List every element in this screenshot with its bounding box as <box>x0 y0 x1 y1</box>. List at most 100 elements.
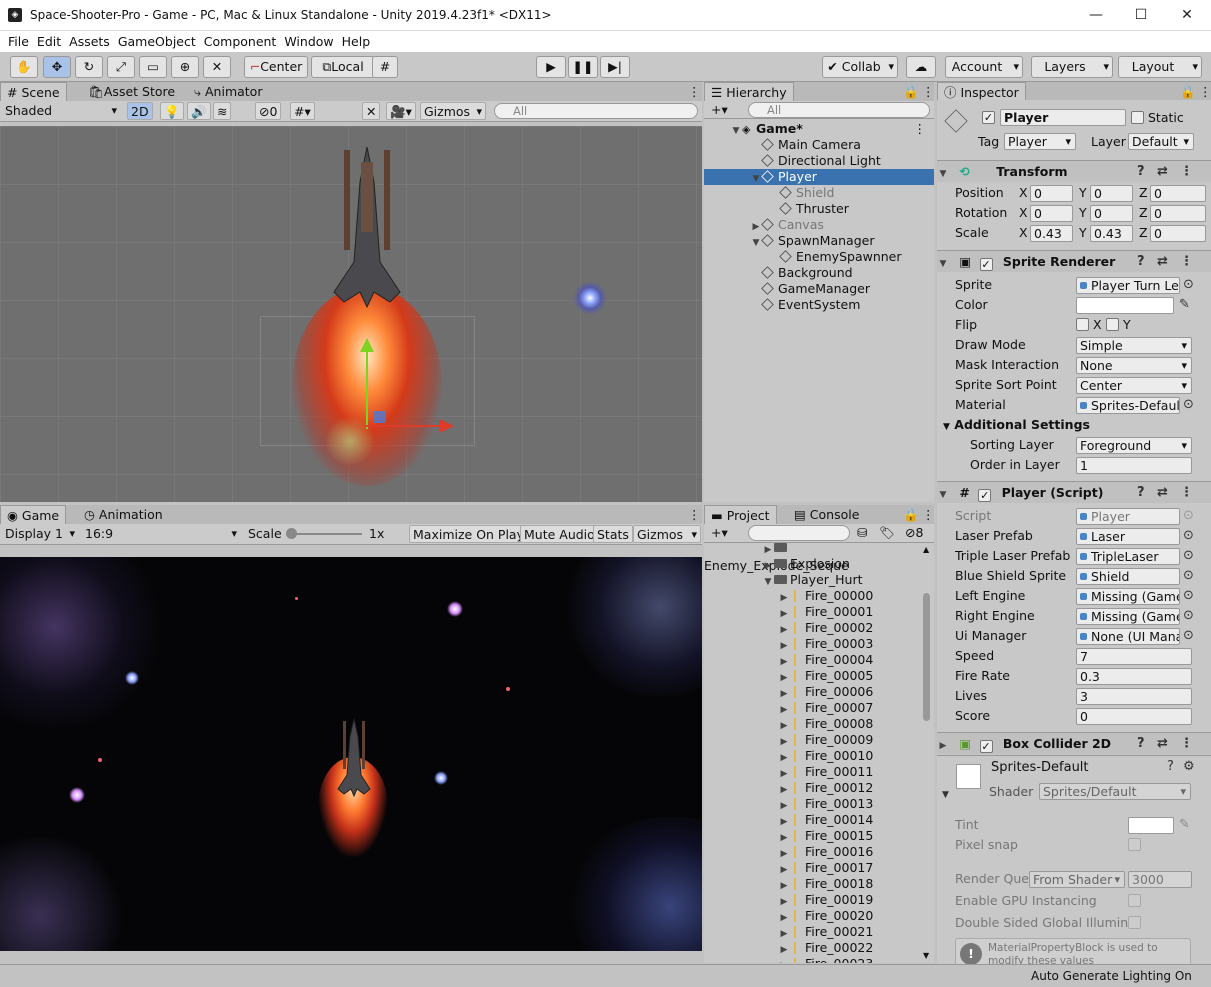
object-reference-field[interactable]: None (UI Manage <box>1076 628 1180 645</box>
object-name-field[interactable]: Player <box>1000 109 1126 126</box>
project-add-button[interactable]: +▾ <box>708 524 731 542</box>
number-field[interactable]: 7 <box>1076 648 1192 665</box>
tab-animator[interactable]: ⤷ Animator <box>188 82 268 102</box>
tag-dropdown[interactable]: Player <box>1004 133 1076 150</box>
project-sprite-asset[interactable]: ▶ Fire_00017 <box>704 860 924 876</box>
project-sprite-asset[interactable]: ▶ Fire_00006 <box>704 684 924 700</box>
menu-file[interactable]: File <box>4 32 33 51</box>
project-folder[interactable]: ▶Enemy_Explode_Seque <box>704 543 924 573</box>
mask-interaction-dropdown[interactable]: None <box>1076 357 1192 374</box>
transform-scale-y-field[interactable]: 0.43 <box>1090 225 1133 242</box>
effects-toggle-icon[interactable]: ≋ <box>213 102 232 120</box>
hierarchy-item[interactable]: Thruster <box>704 201 934 217</box>
project-sprite-asset[interactable]: ▶ Fire_00005 <box>704 668 924 684</box>
filter-by-type-icon[interactable]: ⛁ <box>854 524 870 542</box>
transform-scale-z-field[interactable]: 0 <box>1150 225 1206 242</box>
hierarchy-item[interactable]: Shield <box>704 185 934 201</box>
transform-position-x-field[interactable]: 0 <box>1030 185 1073 202</box>
hierarchy-item[interactable]: EventSystem <box>704 297 934 313</box>
grid-toggle-icon[interactable]: #▾ <box>290 102 315 120</box>
hierarchy-item[interactable]: ▶ Canvas <box>704 217 934 233</box>
additional-settings-foldout[interactable]: ▼ Additional Settings <box>943 416 1090 436</box>
preset-icon[interactable]: ⇄ <box>1157 161 1168 182</box>
scene-view[interactable] <box>0 126 702 502</box>
object-reference-field[interactable]: Shield <box>1076 568 1180 585</box>
component-menu-icon[interactable]: ⋮ <box>1180 161 1193 182</box>
help-icon[interactable]: ? <box>1137 482 1145 503</box>
move-tool-button[interactable]: ✥ <box>43 56 71 78</box>
transform-position-z-field[interactable]: 0 <box>1150 185 1206 202</box>
move-gizmo-x-arrow[interactable] <box>439 419 454 433</box>
flip-x-checkbox[interactable] <box>1076 318 1089 331</box>
account-dropdown[interactable]: Account <box>945 56 1023 78</box>
step-button[interactable]: ▶| <box>600 56 630 78</box>
project-sprite-asset[interactable]: ▶ Fire_00014 <box>704 812 924 828</box>
inspector-menu-icon[interactable]: ⋮ <box>1193 82 1211 102</box>
sprite-renderer-header[interactable]: ▼ ▣ ✓ Sprite Renderer ? ⇄ ⋮ <box>937 250 1211 272</box>
menu-gameobject[interactable]: GameObject <box>114 32 200 51</box>
hand-tool-button[interactable]: ✋ <box>10 56 38 78</box>
tab-hierarchy[interactable]: ☰ Hierarchy <box>704 82 794 102</box>
tab-scene[interactable]: # Scene <box>0 82 67 102</box>
project-sprite-asset[interactable]: ▶ Fire_00022 <box>704 940 924 956</box>
draw-mode-dropdown[interactable]: Simple <box>1076 337 1192 354</box>
project-sprite-asset[interactable]: ▶ Fire_00021 <box>704 924 924 940</box>
tab-console[interactable]: ▤ Console <box>788 505 865 525</box>
game-gizmos-dropdown[interactable]: Gizmos <box>633 525 701 543</box>
static-label[interactable]: Static <box>1148 109 1184 127</box>
object-picker-icon[interactable]: ⊙ <box>1183 568 1194 583</box>
tools-icon[interactable]: ✕ <box>362 102 381 120</box>
eyedropper-icon[interactable]: ✎ <box>1179 297 1190 312</box>
static-checkbox[interactable] <box>1131 111 1144 124</box>
pivot-toggle-button[interactable]: ⌐Center <box>244 56 308 78</box>
box-collider-header[interactable]: ▶ ▣ ✓ Box Collider 2D ? ⇄ ⋮ <box>937 732 1211 754</box>
project-sprite-asset[interactable]: ▶ Fire_00001 <box>704 604 924 620</box>
minimize-button[interactable]: — <box>1073 0 1119 31</box>
help-icon[interactable]: ? <box>1137 161 1145 182</box>
move-gizmo-y[interactable] <box>366 339 368 429</box>
shader-dropdown[interactable]: Sprites/Default <box>1039 783 1191 800</box>
transform-scale-x-field[interactable]: 0.43 <box>1030 225 1073 242</box>
project-sprite-asset[interactable]: ▶ Fire_00010 <box>704 748 924 764</box>
rotate-tool-button[interactable]: ↻ <box>75 56 103 78</box>
menu-help[interactable]: Help <box>338 32 375 51</box>
panel-menu-icon[interactable]: ⋮ <box>682 82 707 102</box>
lighting-toggle-icon[interactable]: 💡 <box>160 102 184 120</box>
cloud-button[interactable]: ☁ <box>906 56 936 78</box>
scene-search-input[interactable]: All <box>494 103 698 119</box>
menu-window[interactable]: Window <box>280 32 337 51</box>
preset-icon[interactable]: ⇄ <box>1157 733 1168 754</box>
expand-arrow-right-icon[interactable]: ▶ <box>778 958 790 963</box>
object-reference-field[interactable]: TripleLaser <box>1076 548 1180 565</box>
project-sprite-asset[interactable]: ▶Fire_00023 <box>704 956 924 963</box>
object-picker-icon[interactable]: ⊙ <box>1183 608 1194 623</box>
preset-icon[interactable]: ⇄ <box>1157 482 1168 503</box>
project-sprite-asset[interactable]: ▶ Fire_00004 <box>704 652 924 668</box>
project-scrollbar[interactable] <box>923 593 930 721</box>
sorting-layer-dropdown[interactable]: Foreground <box>1076 437 1192 454</box>
hierarchy-item[interactable]: Directional Light <box>704 153 934 169</box>
object-picker-icon[interactable]: ⊙ <box>1183 397 1194 412</box>
object-reference-field[interactable]: Missing (Game O <box>1076 608 1180 625</box>
project-sprite-asset[interactable]: ▶ Fire_00008 <box>704 716 924 732</box>
scale-slider-thumb[interactable] <box>286 528 297 539</box>
stats-toggle[interactable]: Stats <box>593 525 633 543</box>
component-menu-icon[interactable]: ⋮ <box>1180 251 1193 272</box>
transform-position-y-field[interactable]: 0 <box>1090 185 1133 202</box>
sprite-renderer-enabled-checkbox[interactable]: ✓ <box>979 258 993 271</box>
hierarchy-search-input[interactable]: All <box>748 102 930 118</box>
filter-by-label-icon[interactable]: 🏷 <box>876 524 898 542</box>
order-in-layer-field[interactable]: 1 <box>1076 457 1192 474</box>
audio-toggle-icon[interactable]: 🔊 <box>187 102 211 120</box>
project-sprite-asset[interactable]: ▶ Fire_00012 <box>704 780 924 796</box>
tab-game[interactable]: ◉ Game <box>0 505 67 525</box>
project-folder[interactable]: ▼ Player_Hurt <box>704 572 924 588</box>
project-sprite-asset[interactable]: ▶ Fire_00000 <box>704 588 924 604</box>
project-sprite-asset[interactable]: ▶ Fire_00015 <box>704 828 924 844</box>
scroll-up-arrow-icon[interactable]: ▲ <box>923 545 929 554</box>
display-dropdown[interactable]: Display 1 <box>2 525 78 543</box>
scroll-down-arrow-icon[interactable]: ▼ <box>923 951 929 960</box>
project-sprite-asset[interactable]: ▶ Fire_00009 <box>704 732 924 748</box>
tab-asset-store[interactable]: 🛍Asset Store <box>82 82 181 102</box>
help-icon[interactable]: ? <box>1167 759 1174 774</box>
